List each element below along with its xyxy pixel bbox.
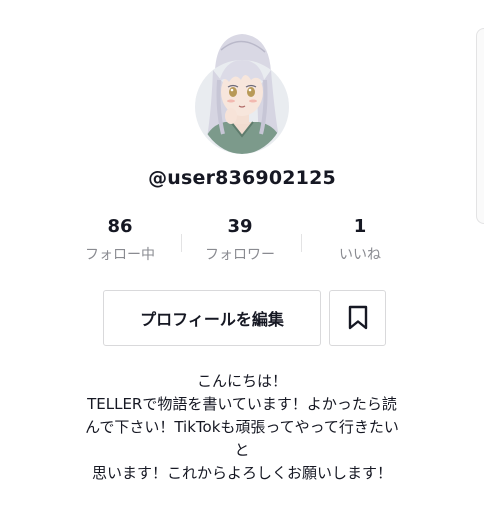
edit-profile-button[interactable]: プロフィールを編集 xyxy=(103,290,321,346)
bookmark-button[interactable] xyxy=(329,290,386,346)
bio-line: んで下さい！TikTokも頑張ってやって行きたい xyxy=(85,418,399,436)
following-label: フォロー中 xyxy=(85,247,155,263)
followers-count: 39 xyxy=(227,216,253,237)
username: @user836902125 xyxy=(148,167,336,189)
following-count: 86 xyxy=(107,216,133,237)
stat-following[interactable]: 86 フォロー中 xyxy=(60,214,180,267)
bio-text: こんにちは！ TELLERで物語を書いています！よかったら読 んで下さい！Tik… xyxy=(20,370,464,485)
likes-label: いいね xyxy=(339,247,381,263)
followers-label: フォロワー xyxy=(205,247,275,263)
stat-followers[interactable]: 39 フォロワー xyxy=(180,214,300,267)
stat-likes[interactable]: 1 いいね xyxy=(300,214,420,267)
profile-stats: 86 フォロー中 39 フォロワー 1 いいね xyxy=(60,214,420,270)
bio-line: 思います！これからよろしくお願いします！ xyxy=(91,464,392,482)
side-scroll-edge xyxy=(476,28,484,224)
avatar[interactable] xyxy=(195,30,289,154)
anime-girl-avatar-icon xyxy=(195,34,289,154)
likes-count: 1 xyxy=(353,216,367,237)
bio-line: と xyxy=(234,441,250,459)
bio-line: TELLERで物語を書いています！よかったら読 xyxy=(87,395,397,413)
bookmark-icon xyxy=(348,305,367,330)
bio-line: こんにちは！ xyxy=(196,372,287,390)
